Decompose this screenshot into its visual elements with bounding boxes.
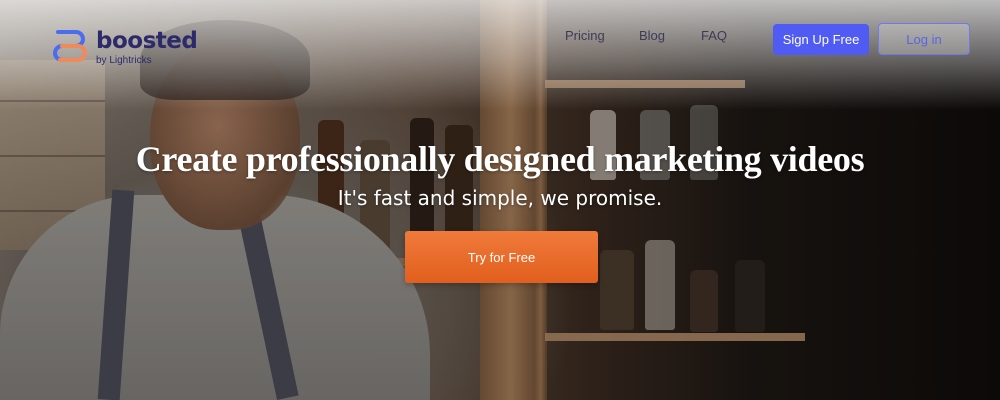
background-shelf-top (545, 80, 745, 88)
hero-section: boosted by Lightricks Pricing Blog FAQ S… (0, 0, 1000, 400)
nav-link-blog[interactable]: Blog (639, 28, 665, 43)
brand-byline: by Lightricks (96, 55, 152, 66)
background-bottle (690, 270, 718, 332)
boosted-logo-icon (53, 30, 87, 62)
background-bottle (645, 240, 675, 330)
background-apron-strap (233, 190, 299, 400)
hero-headline: Create professionally designed marketing… (135, 139, 865, 179)
brand-name: boosted (96, 28, 198, 54)
nav-link-pricing[interactable]: Pricing (565, 28, 605, 43)
brand-logo[interactable]: boosted by Lightricks (50, 28, 198, 68)
background-shelf-bottom (545, 333, 805, 341)
login-button[interactable]: Log in (878, 23, 970, 55)
background-person-body (0, 195, 430, 400)
background-apron-strap (97, 189, 135, 400)
background-bottle (735, 260, 765, 332)
background-bottle (600, 250, 634, 330)
try-for-free-button[interactable]: Try for Free (405, 231, 598, 283)
signup-button[interactable]: Sign Up Free (773, 24, 869, 55)
nav-link-faq[interactable]: FAQ (701, 28, 727, 43)
hero-subheadline: It's fast and simple, we promise. (337, 186, 663, 210)
